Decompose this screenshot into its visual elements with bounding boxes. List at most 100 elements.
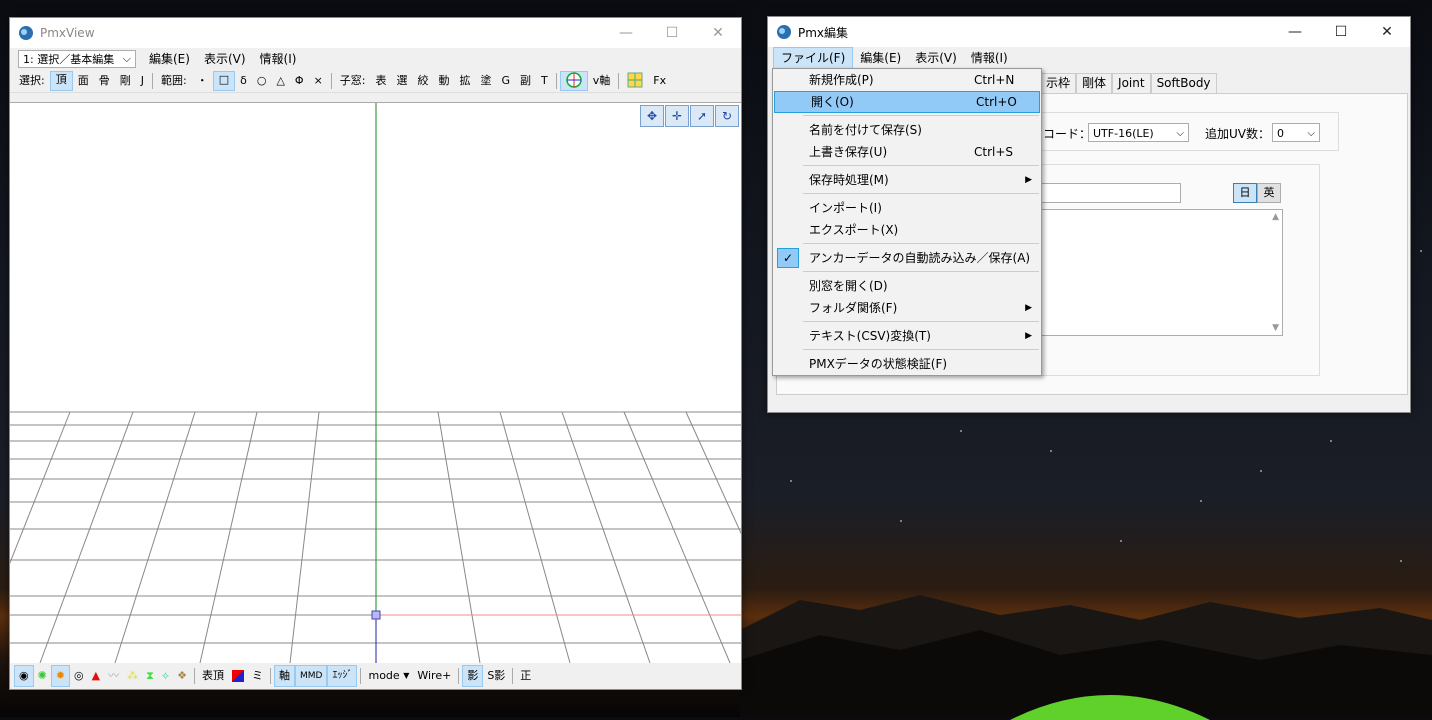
menu-item-anchor-autosave[interactable]: ✓ アンカーデータの自動読み込み／保存(A) bbox=[773, 247, 1041, 269]
child-move-button[interactable]: 動 bbox=[434, 72, 455, 90]
chevron-down-icon: ⌵ bbox=[1307, 128, 1315, 139]
menu-item-save-as[interactable]: 名前を付けて保存(S) bbox=[773, 119, 1041, 141]
select-vertex-button[interactable]: 頂 bbox=[49, 71, 73, 91]
minimize-icon[interactable]: — bbox=[1272, 17, 1318, 47]
menu-item-validate[interactable]: PMXデータの状態検証(F) bbox=[773, 353, 1041, 375]
child-g-button[interactable]: G bbox=[497, 72, 516, 90]
maximize-icon[interactable]: ☐ bbox=[1318, 17, 1364, 47]
3d-viewport[interactable]: ✥ ✛ ➚ ↻ bbox=[10, 102, 741, 664]
select-bone-button[interactable]: 骨 bbox=[94, 72, 115, 90]
menu-item-save[interactable]: 上書き保存(U) Ctrl+S bbox=[773, 141, 1041, 163]
show-joint-icon[interactable]: ⟡ bbox=[158, 666, 173, 686]
mirror-button[interactable]: ミ bbox=[248, 666, 267, 686]
shadow-button[interactable]: 影 bbox=[462, 665, 484, 687]
select-label: 選択: bbox=[19, 74, 45, 87]
range-rect-button[interactable]: □ bbox=[212, 71, 236, 91]
menu-item-csv[interactable]: テキスト(CSV)変換(T) ▶ bbox=[773, 325, 1041, 347]
pmxview-titlebar[interactable]: PmxView — ☐ ✕ bbox=[10, 18, 741, 48]
menu-info[interactable]: 情報(I) bbox=[964, 48, 1015, 68]
menu-item-folder[interactable]: フォルダ関係(F) ▶ bbox=[773, 297, 1041, 319]
show-vertex-icon[interactable]: ◉ bbox=[14, 665, 34, 687]
menu-item-open[interactable]: 開く(O) Ctrl+O bbox=[774, 91, 1040, 113]
model-name-field[interactable] bbox=[1039, 183, 1181, 203]
lang-jp-button[interactable]: 日 bbox=[1233, 183, 1257, 203]
mode-dropdown[interactable]: mode ▼ bbox=[364, 666, 413, 686]
uv-count-select[interactable]: 0 ⌵ bbox=[1272, 123, 1320, 142]
show-bone-icon[interactable]: ⁂ bbox=[123, 666, 142, 686]
show-normal-icon[interactable]: ✺ bbox=[34, 666, 51, 686]
minimize-icon[interactable]: — bbox=[603, 18, 649, 48]
tab-joint[interactable]: Joint bbox=[1112, 73, 1151, 93]
encoding-select[interactable]: UTF-16(LE) ⌵ bbox=[1088, 123, 1189, 142]
pmxedit-titlebar[interactable]: Pmx編集 — ☐ ✕ bbox=[768, 17, 1410, 47]
tent-glow bbox=[1010, 695, 1210, 720]
show-material-icon[interactable]: ✹ bbox=[50, 665, 71, 687]
select-joint-button[interactable]: J bbox=[136, 72, 149, 90]
menu-view[interactable]: 表示(V) bbox=[197, 49, 253, 69]
show-rigid-icon[interactable]: ⧗ bbox=[142, 666, 158, 686]
fx-button[interactable]: Fx bbox=[648, 72, 671, 90]
menu-edit[interactable]: 編集(E) bbox=[853, 48, 908, 68]
child-paint-button[interactable]: 塗 bbox=[476, 72, 497, 90]
maximize-icon[interactable]: ☐ bbox=[649, 18, 695, 48]
menu-info[interactable]: 情報(I) bbox=[253, 49, 304, 69]
child-scale-button[interactable]: 拡 bbox=[455, 72, 476, 90]
mode-label: mode bbox=[368, 669, 400, 682]
lang-en-button[interactable]: 英 bbox=[1257, 183, 1281, 203]
scroll-up-icon[interactable]: ▲ bbox=[1272, 212, 1279, 222]
zoom-view-icon[interactable]: ➚ bbox=[690, 105, 714, 127]
child-sub-button[interactable]: 副 bbox=[515, 72, 536, 90]
pmxview-bottombar: ◉ ✺ ✹ ◎ ▲ 〰 ⁂ ⧗ ⟡ ❖ 表頂 ミ 軸 MMD ｴｯｼﾞ mode… bbox=[10, 663, 741, 689]
child-table-button[interactable]: 表 bbox=[371, 72, 392, 90]
pan-view-icon[interactable]: ✛ bbox=[665, 105, 689, 127]
range-circle-button[interactable]: ○ bbox=[252, 72, 272, 90]
close-icon[interactable]: ✕ bbox=[695, 18, 741, 48]
child-select-button[interactable]: 選 bbox=[392, 72, 413, 90]
menu-item-label: 新規作成(P) bbox=[809, 73, 874, 87]
close-icon[interactable]: ✕ bbox=[1364, 17, 1410, 47]
menu-item-save-processing[interactable]: 保存時処理(M) ▶ bbox=[773, 169, 1041, 191]
color-swatch-icon[interactable] bbox=[228, 666, 248, 686]
edge-button[interactable]: ｴｯｼﾞ bbox=[327, 665, 358, 687]
rotate-view-icon[interactable]: ✥ bbox=[640, 105, 664, 127]
menu-edit[interactable]: 編集(E) bbox=[142, 49, 197, 69]
reset-view-icon[interactable]: ↻ bbox=[715, 105, 739, 127]
menu-item-export[interactable]: エクスポート(X) bbox=[773, 219, 1041, 241]
submenu-arrow-icon: ▶ bbox=[1025, 175, 1032, 185]
select-rigid-button[interactable]: 剛 bbox=[115, 72, 136, 90]
range-phi-button[interactable]: Φ bbox=[290, 72, 309, 90]
self-shadow-button[interactable]: S影 bbox=[483, 666, 509, 686]
pmxview-window: PmxView — ☐ ✕ 1: 選択／基本編集 ⌵ 編集(E) 表示(V) 情… bbox=[9, 17, 742, 690]
child-filter-button[interactable]: 絞 bbox=[413, 72, 434, 90]
show-vertex-table-button[interactable]: 表頂 bbox=[198, 666, 228, 686]
comment-textarea[interactable]: ▲ ▼ bbox=[1039, 209, 1283, 336]
mode-select[interactable]: 1: 選択／基本編集 ⌵ bbox=[18, 50, 136, 68]
select-face-button[interactable]: 面 bbox=[73, 72, 94, 90]
mmd-button[interactable]: MMD bbox=[295, 665, 328, 687]
menu-view[interactable]: 表示(V) bbox=[908, 48, 964, 68]
range-clear-button[interactable]: × bbox=[309, 72, 328, 90]
menu-item-import[interactable]: インポート(I) bbox=[773, 197, 1041, 219]
menu-item-new[interactable]: 新規作成(P) Ctrl+N bbox=[773, 69, 1041, 91]
child-t-button[interactable]: T bbox=[536, 72, 553, 90]
range-point-button[interactable]: ・ bbox=[192, 72, 213, 90]
range-triangle-button[interactable]: △ bbox=[271, 72, 289, 90]
show-soft-icon[interactable]: ❖ bbox=[173, 666, 191, 686]
v-axis-button[interactable]: v軸 bbox=[588, 72, 616, 90]
show-wave-icon[interactable]: 〰 bbox=[104, 666, 123, 686]
tab-display-frame[interactable]: 示枠 bbox=[1040, 73, 1077, 93]
menu-file[interactable]: ファイル(F) bbox=[773, 47, 854, 69]
range-delta-button[interactable]: δ bbox=[235, 72, 252, 90]
tab-softbody[interactable]: SoftBody bbox=[1150, 73, 1217, 93]
grid-icon[interactable] bbox=[622, 72, 648, 90]
toolbar-divider bbox=[151, 73, 153, 89]
menu-item-open-window[interactable]: 別窓を開く(D) bbox=[773, 275, 1041, 297]
ortho-button[interactable]: 正 bbox=[516, 666, 535, 686]
tab-rigid[interactable]: 剛体 bbox=[1076, 73, 1113, 93]
axis-button[interactable]: 軸 bbox=[274, 665, 296, 687]
scroll-down-icon[interactable]: ▼ bbox=[1272, 323, 1279, 333]
show-triangle-icon[interactable]: ▲ bbox=[88, 666, 104, 686]
axis-gizmo-icon[interactable] bbox=[559, 71, 588, 91]
wire-button[interactable]: Wire+ bbox=[413, 666, 455, 686]
show-point-icon[interactable]: ◎ bbox=[70, 666, 88, 686]
